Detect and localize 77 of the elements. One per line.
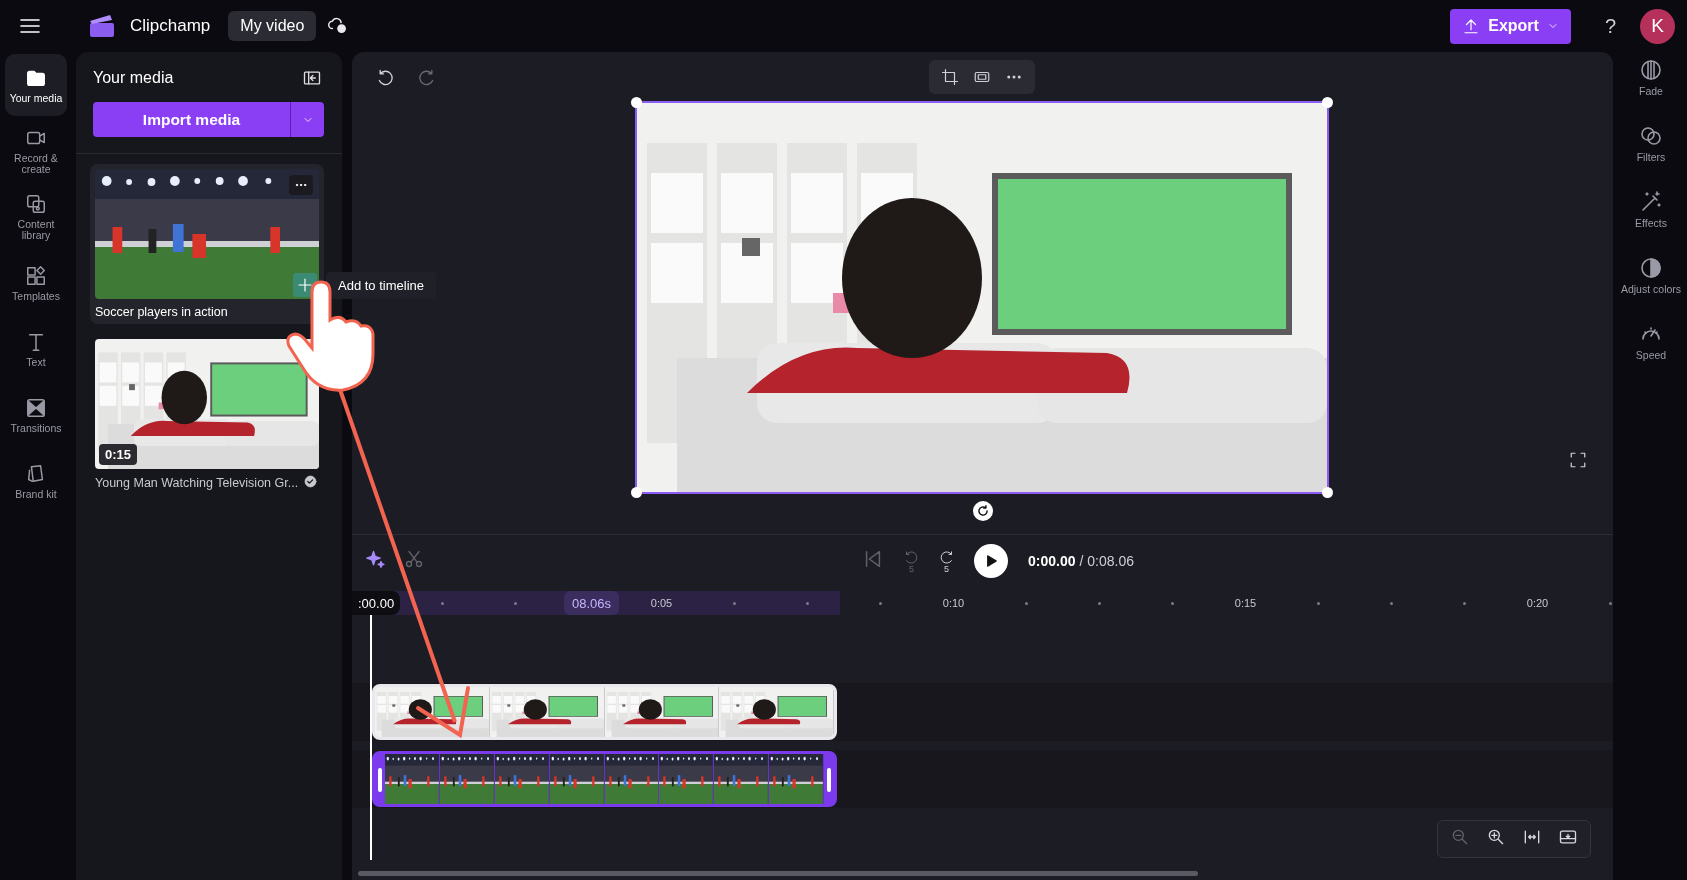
export-button[interactable]: Export — [1450, 8, 1571, 44]
media-card[interactable]: Soccer players in action — [90, 164, 324, 324]
duration-badge: 0:15 — [99, 444, 138, 465]
rotate-handle[interactable] — [973, 501, 993, 521]
nav-item[interactable]: Text — [5, 318, 67, 380]
media-library-icon — [25, 193, 47, 215]
zoom-in-icon[interactable] — [1486, 827, 1506, 847]
zoom-out-icon[interactable] — [1450, 827, 1470, 847]
upload-icon — [1462, 17, 1481, 35]
check-circle-icon — [304, 475, 318, 488]
magic-wand-icon — [1639, 190, 1663, 214]
forward-button[interactable]: 5 — [939, 549, 954, 573]
filmstrip-frame-drawing — [604, 754, 659, 804]
scissors-icon[interactable] — [404, 549, 424, 569]
ruler-time-label: 0:15 — [1233, 597, 1258, 609]
undo-icon[interactable] — [376, 68, 396, 88]
playhead-time: :00.00 — [352, 591, 401, 615]
nav-item[interactable]: Brand kit — [5, 450, 67, 512]
filmstrip-frame-drawing — [769, 754, 823, 804]
total-time: / 0:08.06 — [1079, 553, 1134, 569]
nav-item[interactable]: Content library — [5, 186, 67, 248]
resize-handle[interactable] — [631, 97, 642, 108]
filters-icon — [1639, 124, 1663, 148]
plus-icon — [296, 276, 314, 294]
play-button[interactable] — [974, 544, 1008, 578]
sparkle-icon[interactable] — [366, 549, 386, 569]
filmstrip-frame-drawing — [659, 754, 714, 804]
contrast-icon — [1639, 256, 1663, 280]
redo-icon[interactable] — [416, 68, 436, 88]
media-title: Young Man Watching Television Gr... — [95, 476, 299, 490]
ruler-time-label: 0:10 — [941, 597, 966, 609]
current-time: 0:00.00 — [1028, 553, 1076, 569]
media-card[interactable]: 0:15 Young Man Watching Television Gr... — [90, 334, 324, 496]
timeline-ruler[interactable]: :00.00 08.06s 0:05 0:10 0:15 0:20 — [352, 591, 1613, 615]
trim-handle[interactable] — [827, 768, 831, 792]
app-name: Clipchamp — [130, 16, 211, 36]
scrollbar[interactable] — [358, 871, 1198, 876]
import-media-button[interactable]: Import media — [93, 102, 290, 137]
video-clip[interactable] — [372, 751, 837, 807]
filmstrip-frame-drawing — [494, 754, 549, 804]
property-tool[interactable]: Filters — [1618, 124, 1684, 176]
hand-cursor-icon — [286, 280, 375, 392]
filmstrip-frame-drawing — [385, 754, 439, 804]
fade-icon — [1639, 58, 1663, 82]
filmstrip-frame-drawing — [549, 754, 604, 804]
panel-title: Your media — [93, 69, 174, 87]
ruler-time-label: 0:05 — [649, 597, 674, 609]
crop-icon[interactable] — [941, 68, 959, 86]
project-title[interactable]: My video — [228, 11, 317, 41]
nav-item[interactable]: Transitions — [5, 384, 67, 446]
transition-icon — [25, 396, 47, 419]
property-tool[interactable]: Speed — [1618, 322, 1684, 374]
resize-handle[interactable] — [1322, 97, 1333, 108]
nav-item[interactable]: Record & create — [5, 120, 67, 182]
filmstrip-frame-drawing — [714, 754, 769, 804]
property-tool[interactable]: Effects — [1618, 190, 1684, 242]
nav-item[interactable]: Templates — [5, 252, 67, 314]
avatar[interactable]: K — [1640, 8, 1675, 44]
selection-length: 08.06s — [564, 591, 620, 615]
clapperboard-logo-icon — [88, 14, 116, 38]
property-tool[interactable]: Fade — [1618, 58, 1684, 110]
nav-item[interactable]: Your media — [5, 54, 67, 116]
fast-forward-icon — [939, 549, 954, 565]
help-button[interactable]: ? — [1604, 14, 1616, 38]
trim-handle[interactable] — [378, 768, 382, 792]
ruler-time-label: 0:20 — [1525, 597, 1550, 609]
property-tool[interactable]: Adjust colors — [1618, 256, 1684, 308]
templates-icon — [25, 264, 47, 287]
resize-handle[interactable] — [1322, 487, 1333, 498]
more-options-button[interactable] — [289, 175, 313, 195]
filmstrip-frame-drawing — [439, 754, 494, 804]
fullscreen-icon[interactable] — [1569, 451, 1587, 469]
resize-handle[interactable] — [631, 487, 642, 498]
media-title: Soccer players in action — [95, 305, 228, 319]
rewind-icon — [904, 549, 919, 565]
tooltip: Add to timeline — [326, 272, 436, 299]
rotate-icon — [976, 504, 990, 518]
